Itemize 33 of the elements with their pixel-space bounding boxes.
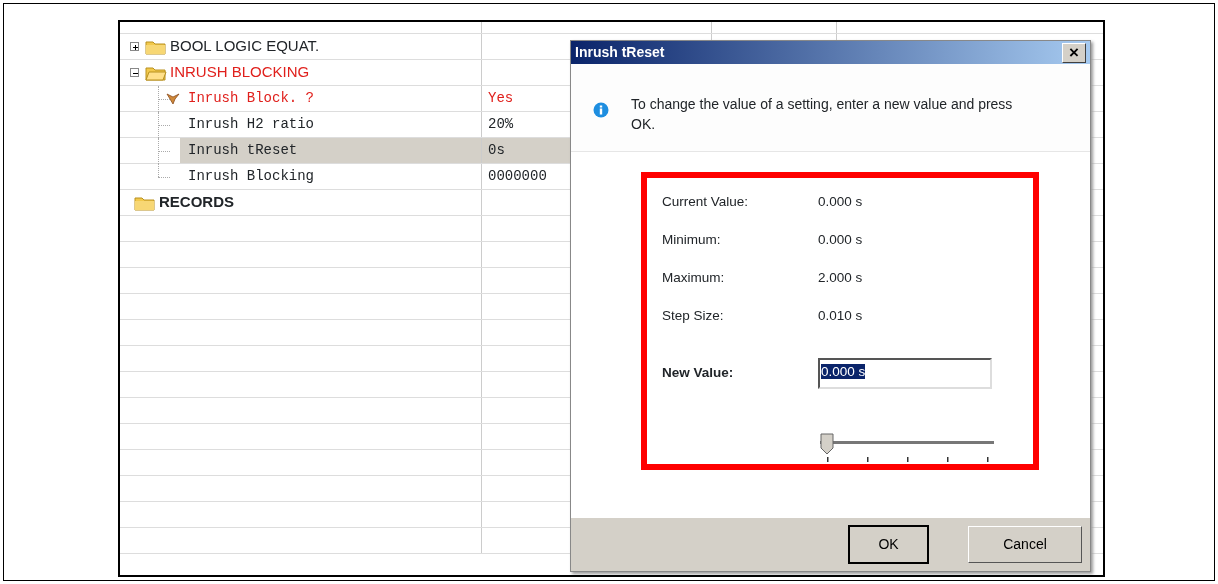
- setting-value: 0s: [488, 141, 505, 160]
- ok-button[interactable]: OK: [849, 526, 928, 563]
- setting-value: Yes: [488, 89, 514, 108]
- field-value: 0.010 s: [818, 307, 863, 325]
- folder-label[interactable]: INRUSH BLOCKING: [170, 61, 310, 84]
- info-icon: [593, 102, 609, 118]
- setting-name[interactable]: Inrush Block. ?: [180, 88, 315, 109]
- field-label: Step Size:: [662, 307, 725, 325]
- folder-label[interactable]: RECORDS: [159, 191, 234, 214]
- folder-icon: [145, 64, 167, 81]
- setting-value: 0000000: [488, 167, 547, 186]
- field-label: New Value:: [662, 364, 735, 383]
- field-value: 0.000 s: [818, 231, 863, 249]
- field-value: 2.000 s: [818, 269, 863, 287]
- folder-icon: [134, 194, 156, 211]
- setting-name[interactable]: Inrush H2 ratio: [180, 114, 315, 135]
- setting-name[interactable]: Inrush Blocking: [180, 166, 315, 187]
- field-label: Current Value:: [662, 193, 750, 211]
- expand-icon[interactable]: [130, 42, 139, 51]
- slider-thumb[interactable]: [820, 431, 834, 453]
- field-label: Minimum:: [662, 231, 722, 249]
- field-label: Maximum:: [662, 269, 726, 287]
- field-value: 0.000 s: [818, 193, 863, 211]
- folder-label[interactable]: BOOL LOGIC EQUAT.: [170, 35, 320, 58]
- cancel-button[interactable]: Cancel: [968, 526, 1082, 563]
- setting-value: 20%: [488, 115, 514, 134]
- close-button[interactable]: ×: [1062, 42, 1086, 63]
- folder-icon: [145, 38, 167, 55]
- flag-icon: [166, 92, 180, 105]
- input-field[interactable]: 0.000 s: [818, 358, 992, 389]
- dialog-title: Inrush tReset: [575, 43, 665, 62]
- info-message: To change the value of a setting, enter a new value and press OK.: [631, 95, 1014, 134]
- collapse-icon[interactable]: [130, 68, 139, 77]
